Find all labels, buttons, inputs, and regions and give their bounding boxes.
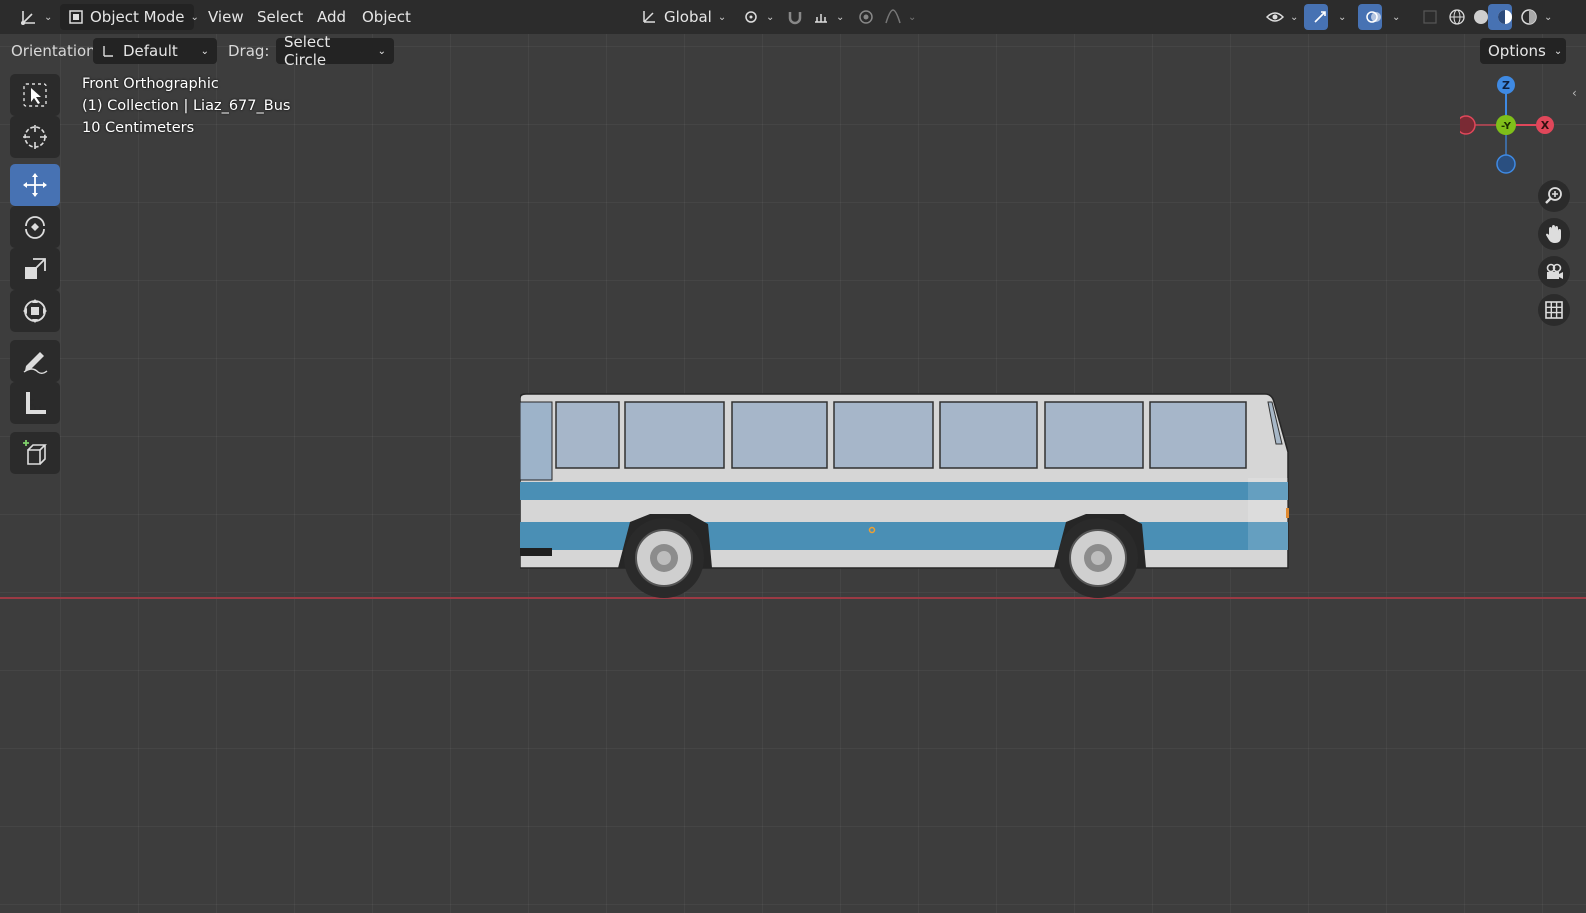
- proportional-edit-toggle[interactable]: [850, 4, 874, 30]
- measure-tool[interactable]: [10, 382, 60, 424]
- chevron-down-icon: ⌄: [44, 11, 53, 23]
- add-cube-tool[interactable]: [10, 432, 60, 474]
- orientation-label: Orientation:: [11, 42, 101, 60]
- front-wheel: [624, 518, 704, 598]
- xray-toggle[interactable]: [1414, 4, 1438, 30]
- view-name: Front Orthographic: [82, 76, 219, 92]
- overlays-dropdown[interactable]: ⌄: [1384, 4, 1404, 30]
- rendered-shading-button[interactable]: [1512, 4, 1537, 30]
- wireframe-shading-button[interactable]: [1440, 4, 1465, 30]
- pan-button[interactable]: [1538, 218, 1570, 250]
- overlays-toggle[interactable]: [1358, 4, 1382, 30]
- pencil-icon: [20, 346, 50, 376]
- options-dropdown[interactable]: Options ⌄: [1480, 38, 1566, 64]
- menu-select[interactable]: Select: [251, 4, 309, 30]
- object-mode-icon: [68, 9, 84, 25]
- camera-icon: [1543, 261, 1565, 283]
- select-box-tool[interactable]: [10, 74, 60, 116]
- pivot-point-button[interactable]: ⌄: [734, 4, 775, 30]
- chevron-down-icon: ⌄: [1544, 11, 1553, 23]
- ruler-icon: [20, 388, 50, 418]
- chevron-down-icon: ⌄: [1553, 45, 1563, 57]
- transform-icon: [20, 296, 50, 326]
- gizmo-y-label: -Y: [1501, 121, 1512, 132]
- chevron-down-icon: ⌄: [908, 11, 917, 23]
- chevron-down-icon: ⌄: [1290, 11, 1299, 23]
- move-tool[interactable]: [10, 164, 60, 206]
- shading-dropdown[interactable]: ⌄: [1536, 4, 1556, 30]
- eye-icon: [1266, 8, 1284, 26]
- falloff-curve-icon: [884, 8, 902, 26]
- scale-icon: [20, 254, 50, 284]
- tool-settings-header: Orientation: Default ⌄ Drag: Select Circ…: [0, 33, 1586, 69]
- grid-icon: [1543, 299, 1565, 321]
- gizmo-z-label: Z: [1502, 79, 1510, 92]
- snap-increment-icon: [812, 8, 830, 26]
- xray-icon: [1422, 9, 1438, 25]
- scale-tool[interactable]: [10, 248, 60, 290]
- chevron-down-icon: ⌄: [836, 11, 845, 23]
- rear-wheel: [1058, 518, 1138, 598]
- drag-dropdown[interactable]: Select Circle ⌄: [276, 33, 394, 69]
- chevron-down-icon: ⌄: [717, 11, 727, 23]
- menu-view[interactable]: View: [202, 4, 250, 30]
- move-arrows-icon: [20, 170, 50, 200]
- collection-info: (1) Collection | Liaz_677_Bus: [82, 98, 291, 114]
- orientation-label: Global: [664, 8, 712, 26]
- annotate-tool[interactable]: [10, 340, 60, 382]
- options-label: Options: [1488, 42, 1546, 60]
- perspective-toggle-button[interactable]: [1538, 294, 1570, 326]
- mode-selector[interactable]: Object Mode ⌄: [60, 4, 199, 30]
- magnet-icon: [786, 8, 804, 26]
- viewport-header: ⌄ Object Mode ⌄ View Select Add Object G…: [0, 0, 1586, 34]
- drag-value: Select Circle: [284, 33, 331, 69]
- select-cursor-icon: [20, 80, 50, 110]
- snap-target-button[interactable]: ⌄: [804, 4, 845, 30]
- zoom-button[interactable]: [1538, 180, 1570, 212]
- rotate-tool[interactable]: [10, 206, 60, 248]
- chevron-down-icon: ⌄: [377, 45, 386, 57]
- sidebar-toggle-icon[interactable]: ‹: [1572, 86, 1577, 100]
- solid-shading-button[interactable]: [1464, 4, 1488, 30]
- chevron-down-icon: ⌄: [190, 11, 199, 23]
- gizmo-icon: [1312, 9, 1328, 25]
- menu-add[interactable]: Add: [311, 4, 352, 30]
- navigation-gizmo[interactable]: Z X -Y: [1460, 75, 1570, 185]
- crosshair-icon: [20, 122, 50, 152]
- chevron-down-icon: ⌄: [200, 45, 209, 57]
- rotate-icon: [20, 212, 50, 242]
- orientation-dropdown[interactable]: Default ⌄: [93, 38, 217, 64]
- gizmo-x-label: X: [1541, 119, 1550, 132]
- overlays-icon: [1366, 9, 1382, 25]
- proportional-edit-icon: [858, 9, 874, 25]
- transform-orientation-selector[interactable]: Global ⌄: [632, 4, 732, 30]
- grid-scale: 10 Centimeters: [82, 120, 195, 136]
- chevron-down-icon: ⌄: [1338, 11, 1347, 23]
- bus-model[interactable]: [520, 390, 1310, 610]
- pivot-icon: [742, 8, 760, 26]
- axis-icon: [20, 8, 38, 26]
- chevron-down-icon: ⌄: [766, 11, 775, 23]
- gizmo-dropdown[interactable]: ⌄: [1330, 4, 1350, 30]
- menu-object[interactable]: Object: [356, 4, 417, 30]
- cursor-tool[interactable]: [10, 116, 60, 158]
- gizmo-toggle[interactable]: [1304, 4, 1328, 30]
- mode-label: Object Mode: [90, 8, 185, 26]
- snap-toggle[interactable]: [778, 4, 804, 30]
- camera-view-button[interactable]: [1538, 256, 1570, 288]
- chevron-down-icon: ⌄: [1392, 11, 1401, 23]
- zoom-icon: [1543, 185, 1565, 207]
- orientation-value: Default: [123, 42, 178, 60]
- material-preview-button[interactable]: [1488, 4, 1512, 30]
- transform-tool[interactable]: [10, 290, 60, 332]
- editor-type-button[interactable]: ⌄: [12, 4, 52, 30]
- orientation-axes-icon: [101, 44, 115, 58]
- hand-icon: [1543, 223, 1565, 245]
- orientation-axes-icon: [640, 8, 658, 26]
- proportional-falloff-button[interactable]: ⌄: [876, 4, 917, 30]
- add-cube-icon: [20, 438, 50, 468]
- drag-label: Drag:: [228, 42, 270, 60]
- visibility-button[interactable]: ⌄: [1258, 4, 1298, 30]
